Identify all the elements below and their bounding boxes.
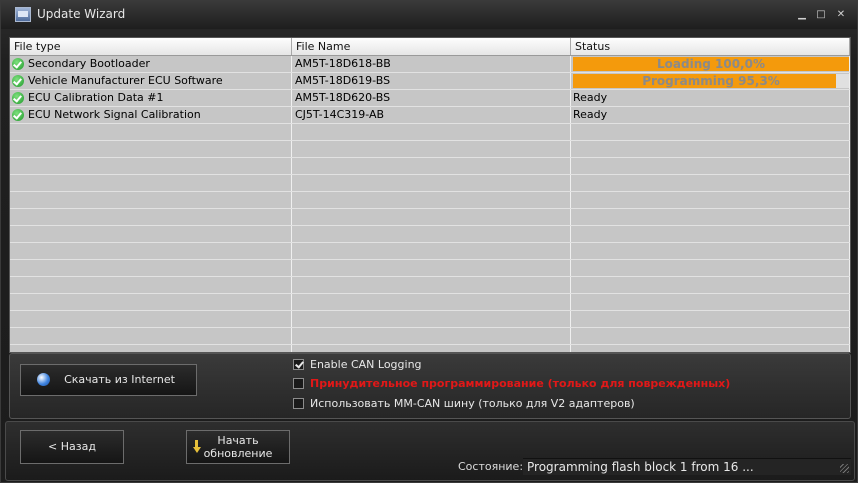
column-header-file-name[interactable]: File Name: [292, 38, 571, 55]
file-name-cell: AM5T-18D618-BB: [292, 56, 571, 72]
close-icon[interactable]: ✕: [834, 8, 848, 21]
file-name-cell: AM5T-18D619-BS: [292, 73, 571, 89]
title-bar[interactable]: Update Wizard ▁ □ ✕: [1, 1, 857, 29]
enable-can-logging-label: Enable CAN Logging: [310, 358, 422, 371]
globe-icon: [37, 373, 50, 386]
app-icon: [15, 7, 31, 22]
progress-bar: Programming 95,3%: [573, 74, 849, 88]
minimize-icon[interactable]: ▁: [795, 8, 809, 21]
empty-row: [10, 311, 850, 328]
empty-row: [10, 243, 850, 260]
file-type-text: ECU Network Signal Calibration: [28, 108, 201, 121]
file-name-cell: CJ5T-14C319-AB: [292, 107, 571, 123]
file-type-cell: ECU Calibration Data #1: [10, 90, 292, 106]
back-button[interactable]: < Назад: [20, 430, 124, 464]
empty-row: [10, 294, 850, 311]
file-name-cell: AM5T-18D620-BS: [292, 90, 571, 106]
table-row[interactable]: Secondary Bootloader AM5T-18D618-BB Load…: [10, 56, 850, 73]
empty-row: [10, 141, 850, 158]
status-cell: Programming 95,3%: [571, 73, 850, 89]
empty-row: [10, 209, 850, 226]
file-type-text: ECU Calibration Data #1: [28, 91, 164, 104]
grid-header: File type File Name Status: [10, 38, 850, 56]
status-value: Programming flash block 1 from 16 ...: [527, 460, 754, 474]
download-arrow-icon: [193, 440, 201, 454]
file-type-text: Vehicle Manufacturer ECU Software: [28, 74, 223, 87]
empty-row: [10, 277, 850, 294]
update-wizard-window: Update Wizard ▁ □ ✕ File type File Name …: [0, 0, 858, 483]
empty-row: [10, 124, 850, 141]
empty-row: [10, 226, 850, 243]
use-mm-can-checkbox[interactable]: [293, 398, 304, 409]
empty-row: [10, 158, 850, 175]
progress-text: Loading 100,0%: [657, 57, 765, 71]
check-icon: [12, 92, 24, 104]
start-update-button[interactable]: Начать обновление: [186, 430, 290, 464]
empty-row: [10, 328, 850, 345]
window-title: Update Wizard: [37, 7, 126, 21]
maximize-icon[interactable]: □: [814, 8, 828, 21]
download-button-label: Скачать из Internet: [64, 373, 175, 386]
options-panel: Скачать из Internet Enable CAN Logging П…: [9, 353, 851, 419]
column-header-file-type[interactable]: File type: [10, 38, 292, 55]
file-type-cell: ECU Network Signal Calibration: [10, 107, 292, 123]
enable-can-logging-checkbox[interactable]: [293, 359, 304, 370]
resize-grip-icon[interactable]: [840, 464, 849, 473]
status-label: Состояние:: [458, 460, 524, 473]
table-row[interactable]: ECU Network Signal Calibration CJ5T-14C3…: [10, 107, 850, 124]
check-icon: [12, 109, 24, 121]
grid-rows: Secondary Bootloader AM5T-18D618-BB Load…: [10, 56, 850, 352]
force-programming-checkbox[interactable]: [293, 378, 304, 389]
status-field: Programming flash block 1 from 16 ...: [523, 458, 851, 475]
table-row[interactable]: Vehicle Manufacturer ECU Software AM5T-1…: [10, 73, 850, 90]
check-icon: [12, 58, 24, 70]
download-from-internet-button[interactable]: Скачать из Internet: [20, 364, 197, 396]
use-mm-can-label: Использовать MM-CAN шину (только для V2 …: [310, 397, 635, 410]
empty-row: [10, 175, 850, 192]
start-update-label-line1: Начать: [217, 434, 259, 447]
table-row[interactable]: ECU Calibration Data #1 AM5T-18D620-BS R…: [10, 90, 850, 107]
progress-bar: Loading 100,0%: [573, 57, 849, 71]
status-cell: Loading 100,0%: [571, 56, 850, 72]
empty-row: [10, 192, 850, 209]
progress-text: Programming 95,3%: [642, 74, 780, 88]
force-programming-label: Принудительное программирование (только …: [310, 377, 731, 390]
files-grid: File type File Name Status Secondary Boo…: [9, 37, 851, 353]
empty-row: [10, 345, 850, 352]
start-update-label-line2: обновление: [203, 447, 273, 460]
column-header-status[interactable]: Status: [571, 38, 850, 55]
check-icon: [12, 75, 24, 87]
empty-row: [10, 260, 850, 277]
file-type-cell: Vehicle Manufacturer ECU Software: [10, 73, 292, 89]
status-cell: Ready: [571, 107, 850, 123]
file-type-text: Secondary Bootloader: [28, 57, 150, 70]
file-type-cell: Secondary Bootloader: [10, 56, 292, 72]
status-cell: Ready: [571, 90, 850, 106]
